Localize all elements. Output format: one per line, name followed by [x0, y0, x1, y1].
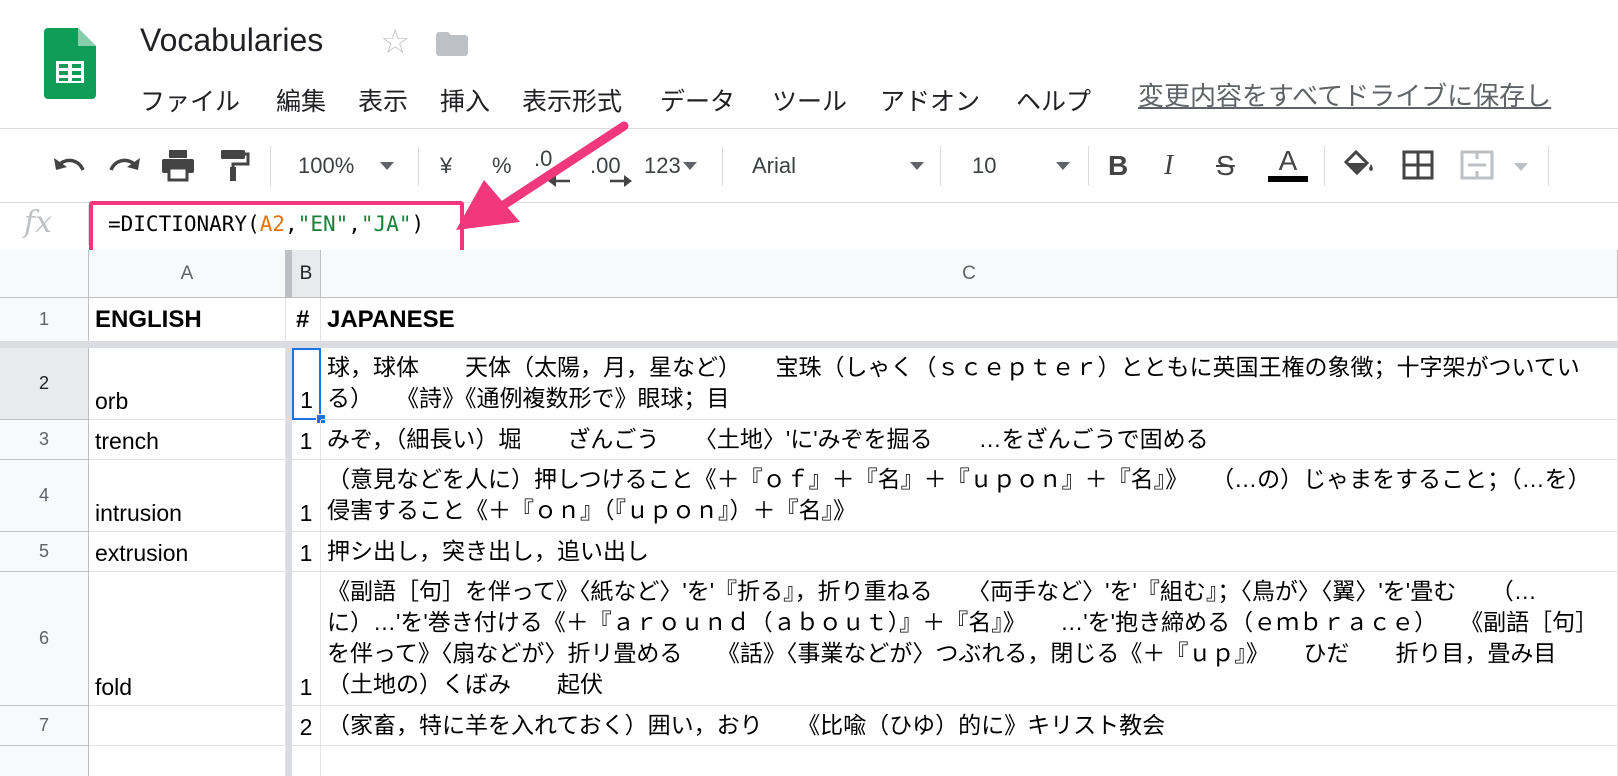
cell-a3[interactable]: trench	[89, 420, 286, 460]
row-header-6[interactable]: 6	[0, 572, 89, 706]
cell-b5[interactable]: 1	[292, 532, 321, 572]
cell-b2-selected[interactable]: 1	[292, 348, 321, 420]
cell-c2[interactable]: 球，球体 天体（太陽，月，星など） 宝珠（しゃく（ｓｃｅｐｔｅｒ）とともに英国王…	[321, 348, 1618, 420]
font-size-select[interactable]: 10	[972, 146, 1070, 186]
borders-icon[interactable]	[1402, 150, 1434, 180]
fx-icon: fx	[24, 205, 53, 240]
cell-a7[interactable]	[89, 706, 286, 746]
row-header-7[interactable]: 7	[0, 706, 89, 746]
cell-a8[interactable]	[89, 746, 286, 776]
sheets-logo-icon[interactable]	[44, 28, 96, 99]
text-color-button[interactable]: A	[1268, 146, 1308, 186]
spreadsheet-grid[interactable]: A B C 1 ENGLISH # JAPANESE 2 orb 1 球，球体 …	[0, 250, 1618, 776]
select-all-corner[interactable]	[0, 250, 89, 298]
cell-c1[interactable]: JAPANESE	[321, 298, 1618, 342]
menu-view[interactable]: 表示	[358, 82, 408, 118]
font-name: Arial	[752, 153, 797, 178]
row-header-5[interactable]: 5	[0, 532, 89, 572]
more-formats-label: 123	[644, 153, 681, 178]
menu-insert[interactable]: 挿入	[440, 82, 490, 118]
toolbar-separator	[418, 146, 419, 186]
cell-a2[interactable]: orb	[89, 348, 286, 420]
menu-help[interactable]: ヘルプ	[1016, 82, 1091, 118]
chevron-down-icon	[1056, 162, 1070, 170]
cell-c3[interactable]: みぞ，（細長い）堀 ざんごう 〈土地〉'に'みぞを掘る …をざんごうで固める	[321, 420, 1618, 460]
row-header-2[interactable]: 2	[0, 348, 89, 420]
column-header-c[interactable]: C	[321, 250, 1618, 298]
chevron-down-icon	[910, 162, 924, 170]
annotation-arrow-icon	[456, 121, 629, 230]
font-select[interactable]: Arial	[752, 146, 924, 186]
zoom-value: 100%	[298, 153, 355, 178]
cell-b6[interactable]: 1	[292, 572, 321, 706]
menu-data[interactable]: データ	[660, 82, 735, 118]
formula-highlight-box	[89, 201, 464, 255]
cell-b1[interactable]: #	[292, 298, 321, 342]
toolbar-separator	[270, 146, 271, 186]
chevron-down-icon[interactable]	[1514, 163, 1528, 171]
menu-format[interactable]: 表示形式	[522, 82, 622, 118]
redo-icon[interactable]	[106, 152, 142, 182]
column-header-b[interactable]: B	[292, 250, 321, 298]
star-icon[interactable]: ☆	[380, 22, 410, 62]
menu-file[interactable]: ファイル	[140, 82, 240, 118]
chevron-down-icon	[682, 162, 697, 170]
print-icon[interactable]	[160, 148, 196, 182]
toolbar-separator	[1324, 146, 1325, 186]
cell-a4[interactable]: intrusion	[89, 460, 286, 532]
cell-b8[interactable]	[292, 746, 321, 776]
zoom-select[interactable]: 100%	[298, 146, 395, 186]
row-header-8[interactable]	[0, 746, 89, 776]
cell-c4[interactable]: （意見などを人に）押しつけること《＋『ｏｆ』＋『名』＋『ｕｐｏｎ』＋『名』》 （…	[321, 460, 1618, 532]
frozen-row-divider[interactable]	[0, 341, 1618, 348]
merge-cells-icon[interactable]	[1460, 150, 1494, 180]
cell-c7[interactable]: （家畜，特に羊を入れておく）囲い，おり 《比喩（ひゆ）的に》キリスト教会	[321, 706, 1618, 746]
cell-b3[interactable]: 1	[292, 420, 321, 460]
italic-button[interactable]: I	[1164, 146, 1173, 186]
strikethrough-button[interactable]: S	[1216, 146, 1235, 186]
row-header-4[interactable]: 4	[0, 460, 89, 532]
toolbar-separator	[1088, 146, 1089, 186]
save-status-link[interactable]: 変更内容をすべてドライブに保存し	[1138, 76, 1551, 113]
more-formats-select[interactable]: 123	[644, 146, 697, 186]
fill-color-icon[interactable]	[1342, 148, 1376, 180]
bold-button[interactable]: B	[1108, 146, 1128, 186]
text-color-label: A	[1278, 145, 1298, 176]
menu-edit[interactable]: 編集	[276, 82, 326, 118]
cell-b7[interactable]: 2	[292, 706, 321, 746]
menu-tools[interactable]: ツール	[772, 82, 847, 118]
row-header-1[interactable]: 1	[0, 298, 89, 342]
paint-format-icon[interactable]	[218, 148, 250, 182]
text-color-swatch	[1268, 176, 1308, 182]
cell-c6[interactable]: 《副語［句］を伴って》〈紙など〉'を'『折る』，折り重ねる 〈両手など〉'を'『…	[321, 572, 1618, 706]
document-title[interactable]: Vocabularies	[140, 22, 323, 59]
toolbar-separator	[1548, 146, 1549, 186]
menu-addons[interactable]: アドオン	[880, 82, 980, 118]
font-size-value: 10	[972, 153, 997, 178]
cell-c5[interactable]: 押シ出し，突き出し，追い出し	[321, 532, 1618, 572]
undo-icon[interactable]	[52, 152, 88, 182]
cell-c8[interactable]	[321, 746, 1618, 776]
header-divider	[0, 128, 1618, 129]
chevron-down-icon	[380, 162, 395, 170]
folder-icon[interactable]	[436, 32, 468, 56]
cell-a1[interactable]: ENGLISH	[89, 298, 286, 342]
cell-a6[interactable]: fold	[89, 572, 286, 706]
cell-b4[interactable]: 1	[292, 460, 321, 532]
column-header-a[interactable]: A	[89, 250, 286, 298]
cell-a5[interactable]: extrusion	[89, 532, 286, 572]
row-header-3[interactable]: 3	[0, 420, 89, 460]
toolbar-separator	[940, 146, 941, 186]
toolbar-separator	[722, 146, 723, 186]
